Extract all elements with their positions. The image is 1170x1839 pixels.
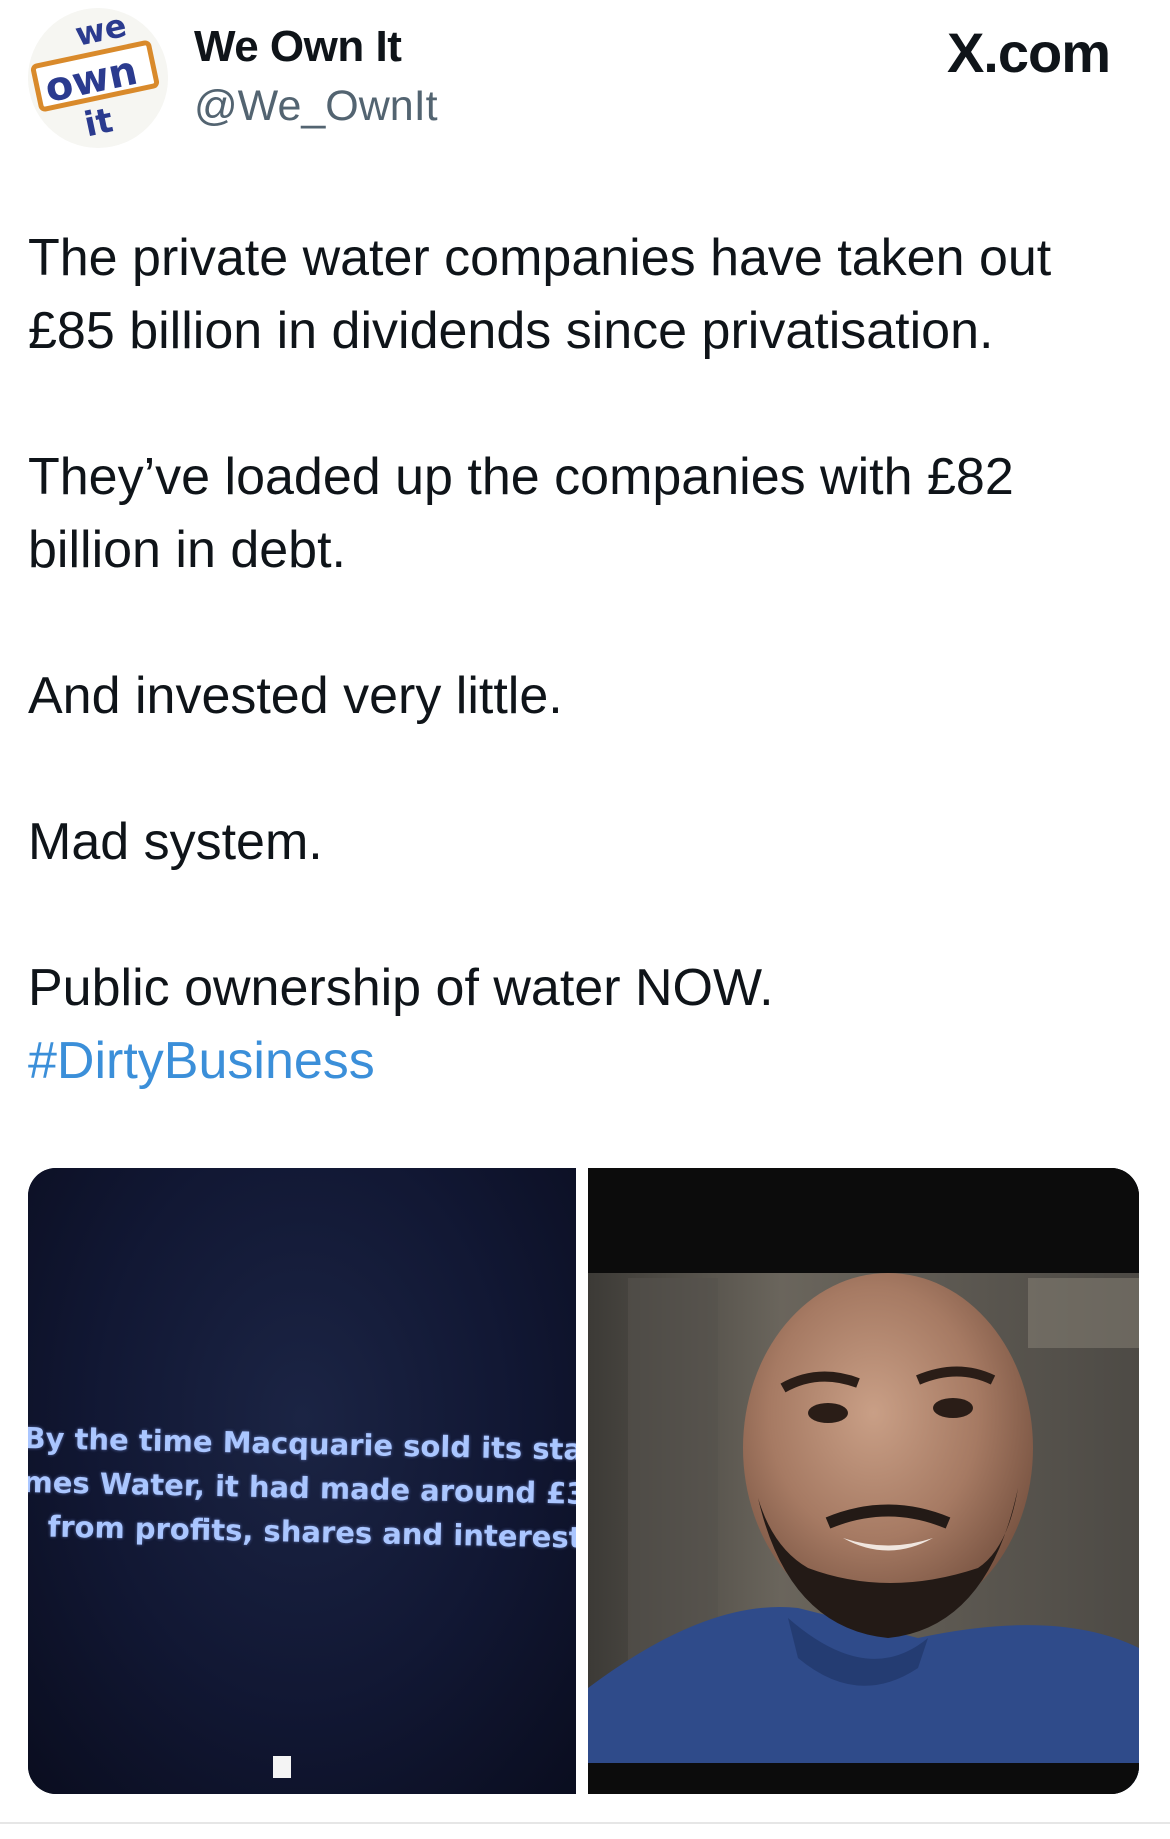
media-image-documentary-caption[interactable]: By the time Macquarie sold its stake mes… <box>28 1168 576 1794</box>
author-display-name[interactable]: We Own It <box>194 22 402 72</box>
tweet-paragraph: And invested very little. <box>28 667 563 725</box>
screen-glare <box>273 1756 291 1778</box>
tweet-paragraph: The private water companies have taken o… <box>28 229 1052 360</box>
tweet-paragraph: Mad system. <box>28 813 323 871</box>
image-caption-text: By the time Macquarie sold its stake mes… <box>28 1416 576 1560</box>
avatar[interactable]: we own it <box>28 8 168 148</box>
tweet-paragraph: Public ownership of water NOW. <box>28 959 774 1017</box>
platform-label: X.com <box>946 21 1111 84</box>
media-image-person[interactable] <box>588 1168 1139 1794</box>
tweet-media-grid: By the time Macquarie sold its stake mes… <box>28 1168 1139 1794</box>
tweet-header: we own it We Own It @We_OwnIt X.com <box>0 0 1170 170</box>
bottom-divider <box>0 1822 1170 1824</box>
tweet-paragraph: They’ve loaded up the companies with £82… <box>28 448 1014 579</box>
author-handle[interactable]: @We_OwnIt <box>194 82 438 131</box>
tweet-text: The private water companies have taken o… <box>28 222 1138 1098</box>
man-portrait-image <box>588 1168 1139 1794</box>
hashtag-link[interactable]: #DirtyBusiness <box>28 1025 1138 1098</box>
we-own-it-logo-icon: we own it <box>28 8 168 148</box>
media-divider <box>576 1168 588 1794</box>
